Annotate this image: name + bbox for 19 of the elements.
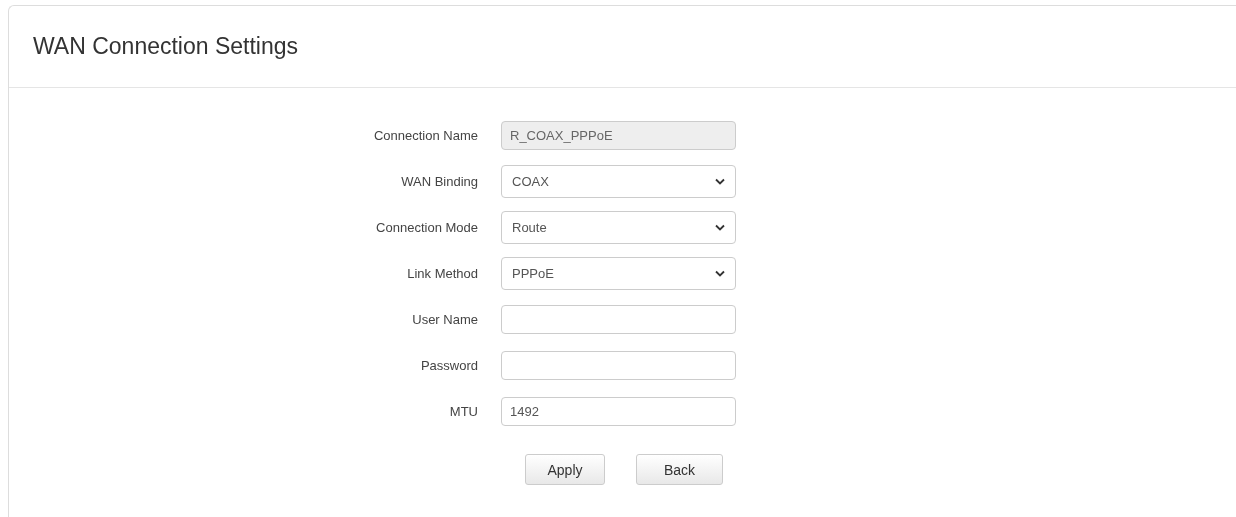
input-field[interactable]: 1492 bbox=[501, 396, 736, 426]
panel-title: WAN Connection Settings bbox=[33, 33, 299, 60]
field-label: Connection Mode bbox=[375, 219, 479, 235]
back-button[interactable]: Back bbox=[636, 454, 723, 485]
dropdown-field[interactable]: COAX bbox=[501, 164, 736, 198]
field-label: WAN Binding bbox=[400, 173, 479, 189]
chevron-down-icon bbox=[715, 223, 725, 231]
input-field[interactable] bbox=[501, 350, 736, 380]
dropdown-field[interactable]: PPPoE bbox=[501, 256, 736, 290]
apply-button[interactable]: Apply bbox=[525, 454, 605, 485]
field-label: Link Method bbox=[406, 265, 479, 281]
dropdown-field[interactable]: Route bbox=[501, 210, 736, 244]
input-field[interactable] bbox=[501, 304, 736, 334]
field-label: User Name bbox=[411, 311, 479, 327]
field-label: MTU bbox=[448, 403, 479, 419]
chevron-down-icon bbox=[715, 177, 725, 185]
chevron-down-icon bbox=[715, 269, 725, 277]
field-label: Password bbox=[419, 357, 479, 373]
field-label: Connection Name bbox=[372, 127, 479, 143]
